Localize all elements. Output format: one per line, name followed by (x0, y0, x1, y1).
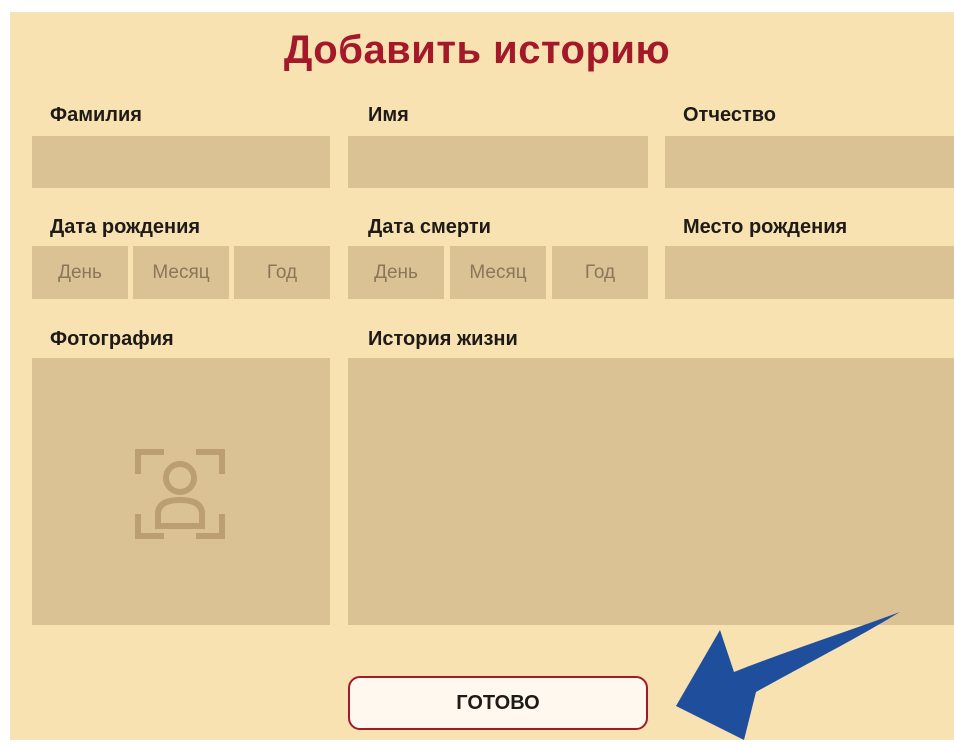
birth-year-field[interactable]: Год (234, 246, 330, 299)
death-month-field[interactable]: Месяц (450, 246, 546, 299)
birth-month-field[interactable]: Месяц (133, 246, 229, 299)
death-year-field[interactable]: Год (552, 246, 648, 299)
death-date-label: Дата смерти (368, 216, 491, 238)
patronymic-field[interactable] (665, 136, 954, 188)
life-story-field[interactable] (348, 358, 954, 625)
user-photo-icon (130, 444, 230, 549)
birth-place-label: Место рождения (683, 216, 848, 238)
birth-date-label: Дата рождения (50, 216, 201, 238)
last-name-label: Фамилия (50, 104, 142, 126)
last-name-field[interactable] (32, 136, 330, 188)
patronymic-label: Отчество (683, 104, 776, 126)
life-story-label: История жизни (368, 328, 518, 350)
arrow-pointer-icon (660, 606, 910, 745)
submit-button[interactable]: ГОТОВО (348, 676, 648, 730)
page-title: Добавить историю (283, 28, 671, 72)
death-day-field[interactable]: День (348, 246, 444, 299)
birth-place-field[interactable] (665, 246, 954, 299)
first-name-field[interactable] (348, 136, 648, 188)
photo-label: Фотография (50, 328, 174, 350)
birth-day-field[interactable]: День (32, 246, 128, 299)
first-name-label: Имя (368, 104, 409, 126)
